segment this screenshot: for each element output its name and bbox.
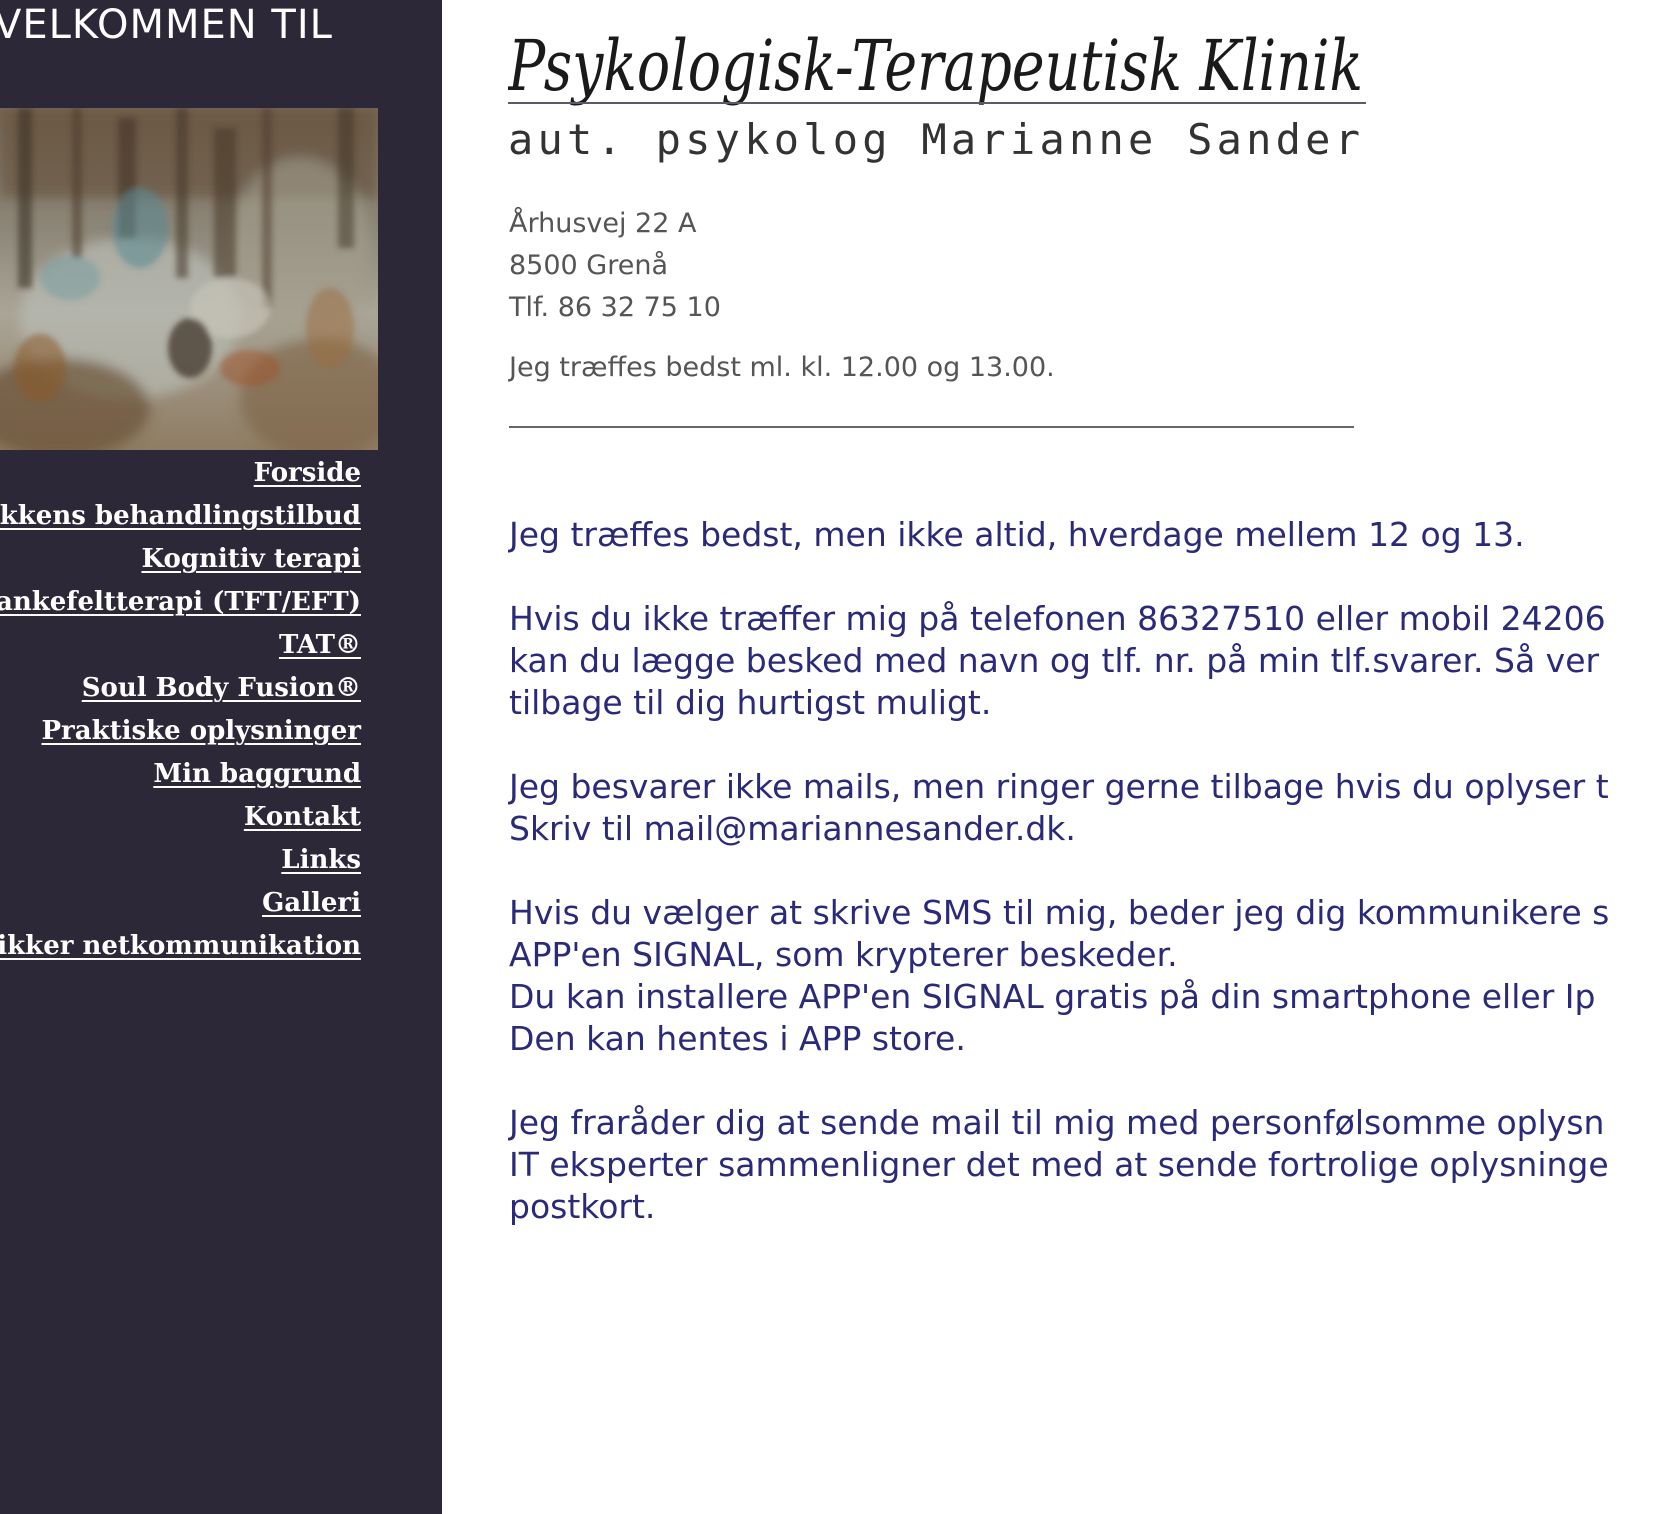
- paragraph-hours: Jeg træffes bedst, men ikke altid, hverd…: [509, 514, 1680, 556]
- address-street: Århusvej 22 A: [509, 208, 697, 239]
- nav-link-tat[interactable]: TAT®: [0, 624, 361, 667]
- nav-link-praktiske-oplysninger[interactable]: Praktiske oplysninger: [0, 710, 362, 753]
- nav-link-links[interactable]: Links: [0, 839, 361, 882]
- clinic-logo: Psykologisk-Terapeutisk Klinik aut. psyk…: [508, 25, 1366, 163]
- text-line: IT eksperter sammenligner det med at sen…: [509, 1145, 1609, 1184]
- address-block: Århusvej 22 A 8500 Grenå Tlf. 86 32 75 1…: [509, 203, 721, 329]
- address-phone: Tlf. 86 32 75 10: [509, 292, 721, 323]
- info-text: Jeg træffes bedst, men ikke altid, hverd…: [509, 514, 1680, 1270]
- text-line: kan du lægge besked med navn og tlf. nr.…: [509, 641, 1600, 680]
- nav-link-galleri[interactable]: Galleri: [0, 882, 361, 925]
- divider: [509, 426, 1354, 428]
- text-line: Jeg fraråder dig at sende mail til mig m…: [509, 1103, 1605, 1142]
- main-content: Psykologisk-Terapeutisk Klinik aut. psyk…: [508, 0, 1680, 1514]
- text-line: APP'en SIGNAL, som krypterer beskeder.: [509, 935, 1178, 974]
- nav-link-kontakt[interactable]: Kontakt: [0, 796, 361, 839]
- sidebar: VELKOMMEN TIL Forside kkens behandlingst…: [0, 0, 442, 1514]
- text-line: Jeg træffes bedst, men ikke altid, hverd…: [509, 515, 1525, 554]
- nav-link-tankefeltterapi[interactable]: ankefeltterapi (TFT/EFT): [0, 581, 361, 624]
- text-line: Jeg besvarer ikke mails, men ringer gern…: [509, 767, 1609, 806]
- paragraph-mail: Jeg besvarer ikke mails, men ringer gern…: [509, 766, 1680, 850]
- nav-link-behandlingstilbud[interactable]: kkens behandlingstilbud: [0, 495, 361, 538]
- sidebar-painting-image: [0, 108, 378, 450]
- logo-subtitle: aut. psykolog Marianne Sander: [508, 115, 1360, 163]
- text-line: postkort.: [509, 1187, 656, 1226]
- nav-link-kognitiv-terapi[interactable]: Kognitiv terapi: [0, 538, 361, 581]
- welcome-heading: VELKOMMEN TIL: [0, 2, 333, 48]
- paragraph-warning: Jeg fraråder dig at sende mail til mig m…: [509, 1102, 1680, 1228]
- logo-script-text: Psykologisk-Terapeutisk Klinik: [508, 25, 1363, 107]
- text-line: Hvis du ikke træffer mig på telefonen 86…: [509, 599, 1606, 638]
- text-line: Hvis du vælger at skrive SMS til mig, be…: [509, 893, 1610, 932]
- address-city: 8500 Grenå: [509, 250, 668, 281]
- nav-link-soul-body-fusion[interactable]: Soul Body Fusion®: [0, 667, 361, 710]
- text-line: tilbage til dig hurtigst muligt.: [509, 683, 992, 722]
- nav-link-sikker-netkommunikation[interactable]: ikker netkommunikation: [0, 925, 361, 968]
- text-line: Du kan installere APP'en SIGNAL gratis p…: [509, 977, 1596, 1016]
- paragraph-sms: Hvis du vælger at skrive SMS til mig, be…: [509, 892, 1680, 1060]
- nav-link-min-baggrund[interactable]: Min baggrund: [0, 753, 361, 796]
- office-hours: Jeg træffes bedst ml. kl. 12.00 og 13.00…: [509, 352, 1055, 383]
- sidebar-nav: Forside kkens behandlingstilbud Kognitiv…: [0, 452, 361, 968]
- text-line: Skriv til mail@mariannesander.dk.: [509, 809, 1076, 848]
- nav-link-forside[interactable]: Forside: [0, 452, 361, 495]
- paragraph-phone: Hvis du ikke træffer mig på telefonen 86…: [509, 598, 1680, 724]
- text-line: Den kan hentes i APP store.: [509, 1019, 966, 1058]
